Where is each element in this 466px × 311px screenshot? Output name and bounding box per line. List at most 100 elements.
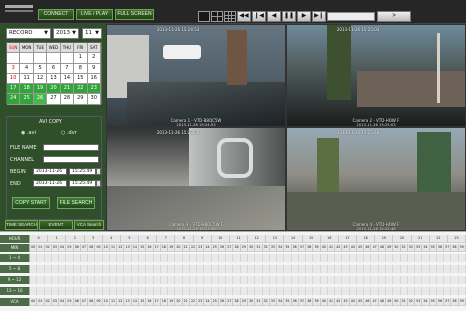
calendar-day[interactable]: 3	[7, 63, 21, 74]
minute-cell[interactable]: 07	[81, 244, 89, 252]
minute-cell[interactable]: 05	[66, 244, 74, 252]
dvr-radio-option[interactable]: ○ .dvr	[61, 130, 77, 136]
minute-cell[interactable]: 26	[219, 244, 227, 252]
hour-cell[interactable]: 7	[157, 235, 176, 243]
minute-cell[interactable]: 28	[233, 244, 241, 252]
minute-cell[interactable]: 23	[197, 244, 205, 252]
hour-cell[interactable]: 23	[448, 235, 466, 243]
camera-view-1[interactable]: 2013-11-26 15:24:53 Camera 1 - VTD-B8QC5…	[106, 24, 286, 127]
vca-minute-cell[interactable]: 58	[451, 298, 459, 306]
rewind-icon[interactable]: ◀	[267, 11, 281, 22]
minute-cell[interactable]: 14	[132, 244, 139, 252]
minute-cell[interactable]: 40	[321, 244, 328, 252]
minute-cell[interactable]: 50	[393, 244, 401, 252]
copy-start-button[interactable]: COPY START	[12, 197, 50, 209]
minute-cell[interactable]: 16	[146, 244, 154, 252]
vca-minute-cell[interactable]: 49	[386, 298, 394, 306]
hour-cell[interactable]: 22	[430, 235, 448, 243]
minute-cell[interactable]: 00	[30, 244, 38, 252]
hour-cell[interactable]: 0	[30, 235, 49, 243]
begin-time-input[interactable]: 15:25:49	[69, 168, 96, 175]
fast-rewind-icon[interactable]: ◀◀	[237, 11, 251, 22]
vca-minute-cell[interactable]: 38	[306, 298, 314, 306]
minute-cell[interactable]: 38	[306, 244, 314, 252]
minute-cell[interactable]: 32	[263, 244, 270, 252]
calendar-day[interactable]: 7	[60, 63, 75, 74]
minute-cell[interactable]: 31	[255, 244, 263, 252]
minute-cell[interactable]: 52	[408, 244, 416, 252]
calendar-day[interactable]: 29	[74, 94, 88, 105]
minute-cell[interactable]: 12	[117, 244, 125, 252]
calendar-day[interactable]: 2	[87, 53, 101, 64]
minute-cell[interactable]: 11	[110, 244, 118, 252]
minute-cell[interactable]: 37	[299, 244, 307, 252]
calendar-day[interactable]: 5	[33, 63, 48, 74]
calendar-day[interactable]: 6	[47, 63, 61, 74]
minute-cell[interactable]: 57	[444, 244, 452, 252]
minute-cell[interactable]: 04	[59, 244, 67, 252]
avi-radio-option[interactable]: ◉ .avi	[21, 130, 36, 136]
minute-cell[interactable]: 27	[226, 244, 234, 252]
minute-cell[interactable]: 56	[437, 244, 445, 252]
calendar-day[interactable]: 10	[7, 73, 21, 85]
vca-minute-cell[interactable]: 05	[66, 298, 74, 306]
vca-minute-cell[interactable]: 23	[197, 298, 205, 306]
vca-minute-cell[interactable]: 27	[226, 298, 234, 306]
minute-cell[interactable]: 06	[74, 244, 81, 252]
file-search-button[interactable]: FILE SEARCH	[57, 197, 95, 209]
vca-minute-cell[interactable]: 12	[117, 298, 125, 306]
minute-cell[interactable]: 01	[37, 244, 45, 252]
vca-minute-cell[interactable]: 44	[350, 298, 357, 306]
minute-cell[interactable]: 45	[357, 244, 365, 252]
vca-minute-cell[interactable]: 36	[292, 298, 299, 306]
minute-cells[interactable]: 00 01 02 03 04 05 06 07 08 09 10 11 12 13 14 15 16 17 18 19…	[30, 244, 466, 252]
end-time-spinner-icon[interactable]: ▲	[96, 180, 101, 187]
vca-minute-cell[interactable]: 53	[415, 298, 423, 306]
vca-minute-cell[interactable]: 57	[444, 298, 452, 306]
minute-cell[interactable]: 49	[386, 244, 394, 252]
minute-cell[interactable]: 03	[52, 244, 60, 252]
hour-cell[interactable]: 19	[375, 235, 394, 243]
vca-minute-cell[interactable]: 52	[408, 298, 416, 306]
vca-minute-cell[interactable]: 13	[124, 298, 132, 306]
calendar-day[interactable]: 8	[74, 63, 88, 74]
minute-cell[interactable]: 41	[328, 244, 336, 252]
calendar-day[interactable]: 22	[74, 84, 88, 95]
file-name-input[interactable]	[43, 144, 99, 151]
vca-minute-cell[interactable]: 29	[241, 298, 248, 306]
hour-cell[interactable]: 2	[66, 235, 85, 243]
hour-cell[interactable]: 10	[212, 235, 230, 243]
minute-cell[interactable]: 15	[139, 244, 147, 252]
begin-date-input[interactable]: 2013-11-26	[33, 168, 67, 175]
hour-cell[interactable]: 8	[175, 235, 194, 243]
end-date-input[interactable]: 2013-11-26	[33, 180, 67, 187]
minute-cell[interactable]: 46	[364, 244, 372, 252]
minute-cell[interactable]: 58	[451, 244, 459, 252]
vca-minute-cell[interactable]: 31	[255, 298, 263, 306]
calendar-day[interactable]: 30	[87, 94, 101, 105]
quad-view-icon[interactable]	[211, 11, 223, 22]
vca-minute-cell[interactable]: 11	[110, 298, 118, 306]
calendar-day[interactable]	[60, 53, 75, 64]
play-icon[interactable]: ▶	[297, 11, 311, 22]
vca-minute-cell[interactable]: 17	[154, 298, 161, 306]
hour-cell[interactable]: 13	[266, 235, 285, 243]
vca-minute-cell[interactable]: 42	[335, 298, 343, 306]
vca-minute-cell[interactable]: 22	[190, 298, 198, 306]
tab-event-search[interactable]: EVENT SEARCH	[39, 220, 73, 235]
calendar-day[interactable]: 27	[47, 94, 61, 105]
camera-view-3[interactable]: 2013-11-26 15:23:58 Camera 3 - VTD-B8QC5…	[106, 127, 286, 231]
calendar-day[interactable]: 18	[20, 84, 34, 95]
hour-cell[interactable]: 17	[339, 235, 358, 243]
vca-minute-cell[interactable]: 37	[299, 298, 307, 306]
hour-cell[interactable]: 11	[230, 235, 249, 243]
calendar-day[interactable]: 15	[74, 73, 88, 85]
minute-cell[interactable]: 22	[190, 244, 198, 252]
minute-cell[interactable]: 55	[430, 244, 437, 252]
camera-view-2[interactable]: 2013-11-26 15:25:03 Camera 2 - VTD-HOW F…	[286, 24, 466, 127]
minute-cell[interactable]: 21	[183, 244, 190, 252]
minute-cell[interactable]: 59	[459, 244, 466, 252]
calendar-day[interactable]: 24	[7, 94, 21, 105]
go-button[interactable]: >	[377, 11, 411, 22]
vca-minute-cell[interactable]: 51	[401, 298, 408, 306]
